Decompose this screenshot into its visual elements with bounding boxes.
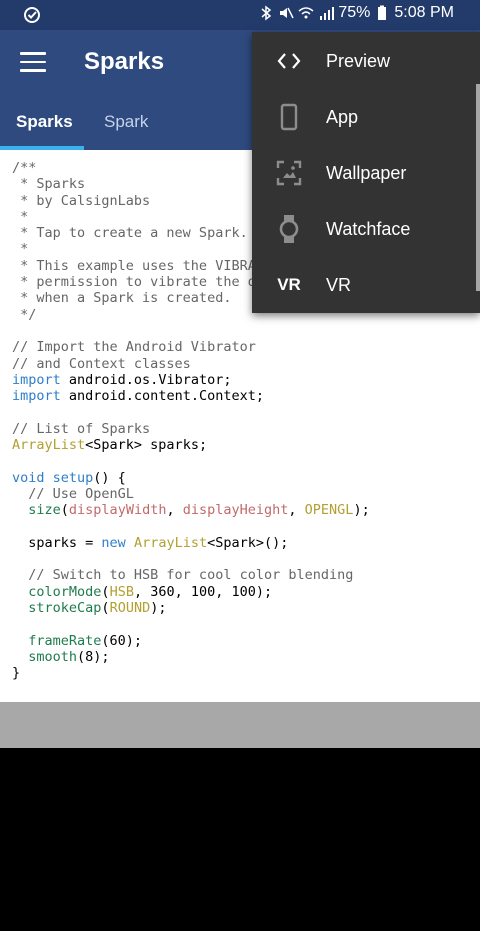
status-icons: 75% 5:08 PM bbox=[258, 4, 454, 22]
menu-item-label: Watchface bbox=[326, 218, 411, 239]
console-output bbox=[0, 748, 480, 931]
clock: 5:08 PM bbox=[394, 4, 454, 21]
menu-item-label: Wallpaper bbox=[326, 162, 407, 183]
menu-item-label: VR bbox=[326, 274, 352, 295]
menu-item-label: Preview bbox=[326, 50, 391, 71]
battery-icon bbox=[378, 5, 387, 20]
menu-item-preview[interactable]: Preview bbox=[252, 33, 476, 89]
menu-item-vr[interactable]: VR VR bbox=[252, 257, 476, 313]
vr-icon: VR bbox=[277, 275, 301, 294]
mute-icon bbox=[280, 7, 295, 19]
run-mode-menu: Preview App Wallpaper Watchface VR VR bbox=[252, 32, 480, 313]
hamburger-menu-icon[interactable] bbox=[20, 52, 46, 74]
check-circle-icon bbox=[24, 7, 40, 23]
wifi-icon bbox=[298, 7, 314, 19]
menu-item-label: App bbox=[326, 106, 359, 127]
battery-percent: 75% bbox=[338, 4, 371, 21]
menu-item-wallpaper[interactable]: Wallpaper bbox=[252, 145, 476, 201]
menu-item-app[interactable]: App bbox=[252, 89, 476, 145]
tab-spark[interactable]: Spark bbox=[104, 112, 148, 132]
watch-icon bbox=[274, 214, 304, 244]
status-bar: 75% 5:08 PM bbox=[0, 0, 480, 30]
signal-icon bbox=[320, 7, 335, 20]
code-icon bbox=[274, 46, 304, 76]
wallpaper-icon bbox=[274, 158, 304, 188]
app-title: Sparks bbox=[84, 48, 165, 75]
phone-icon bbox=[274, 102, 304, 132]
console-divider bbox=[0, 702, 480, 748]
tab-sparks[interactable]: Sparks bbox=[16, 112, 73, 132]
menu-item-watchface[interactable]: Watchface bbox=[252, 201, 476, 257]
menu-scrollbar[interactable] bbox=[476, 84, 480, 291]
bluetooth-icon bbox=[261, 5, 272, 21]
